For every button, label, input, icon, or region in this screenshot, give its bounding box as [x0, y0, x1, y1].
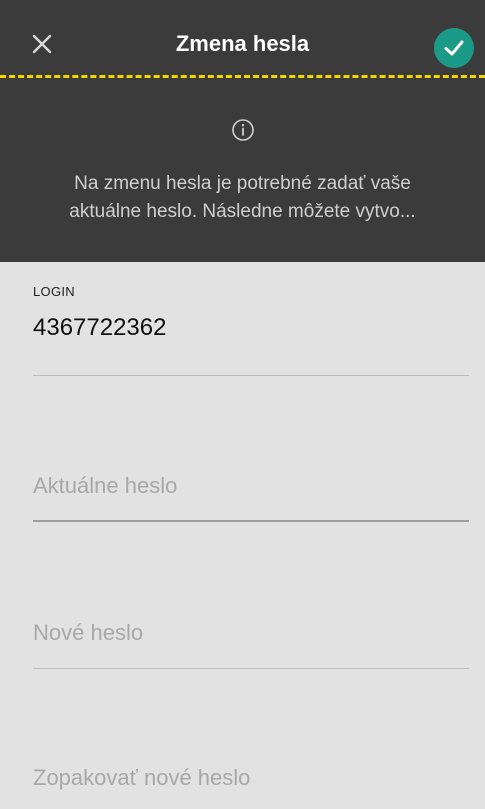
close-button[interactable]	[26, 24, 58, 64]
info-banner: Na zmenu hesla je potrebné zadať vaše ak…	[0, 88, 485, 262]
login-underline	[33, 375, 469, 376]
login-field: LOGIN 4367722362	[33, 284, 469, 380]
new-password-underline	[33, 668, 469, 669]
new-password-input[interactable]	[33, 615, 469, 651]
login-value: 4367722362	[33, 314, 167, 341]
new-password-field	[33, 613, 469, 673]
current-password-underline	[33, 520, 469, 522]
info-icon	[232, 119, 254, 141]
info-message-line-1: Na zmenu hesla je potrebné zadať vaše	[74, 173, 411, 194]
login-label: LOGIN	[33, 284, 75, 299]
top-bar: Zmena hesla	[0, 0, 485, 88]
info-message: Na zmenu hesla je potrebné zadať vaše ak…	[10, 170, 475, 226]
repeat-password-field	[33, 758, 469, 798]
checkmark-icon	[444, 40, 464, 56]
current-password-field	[33, 466, 469, 526]
close-icon	[32, 34, 52, 54]
confirm-button[interactable]	[434, 28, 474, 68]
page-title: Zmena hesla	[175, 31, 310, 56]
header-dashed-divider	[0, 75, 485, 78]
repeat-password-input[interactable]	[33, 760, 469, 796]
info-message-line-2: aktuálne heslo. Následne môžete vytvo...	[69, 201, 416, 222]
current-password-input[interactable]	[33, 468, 469, 504]
